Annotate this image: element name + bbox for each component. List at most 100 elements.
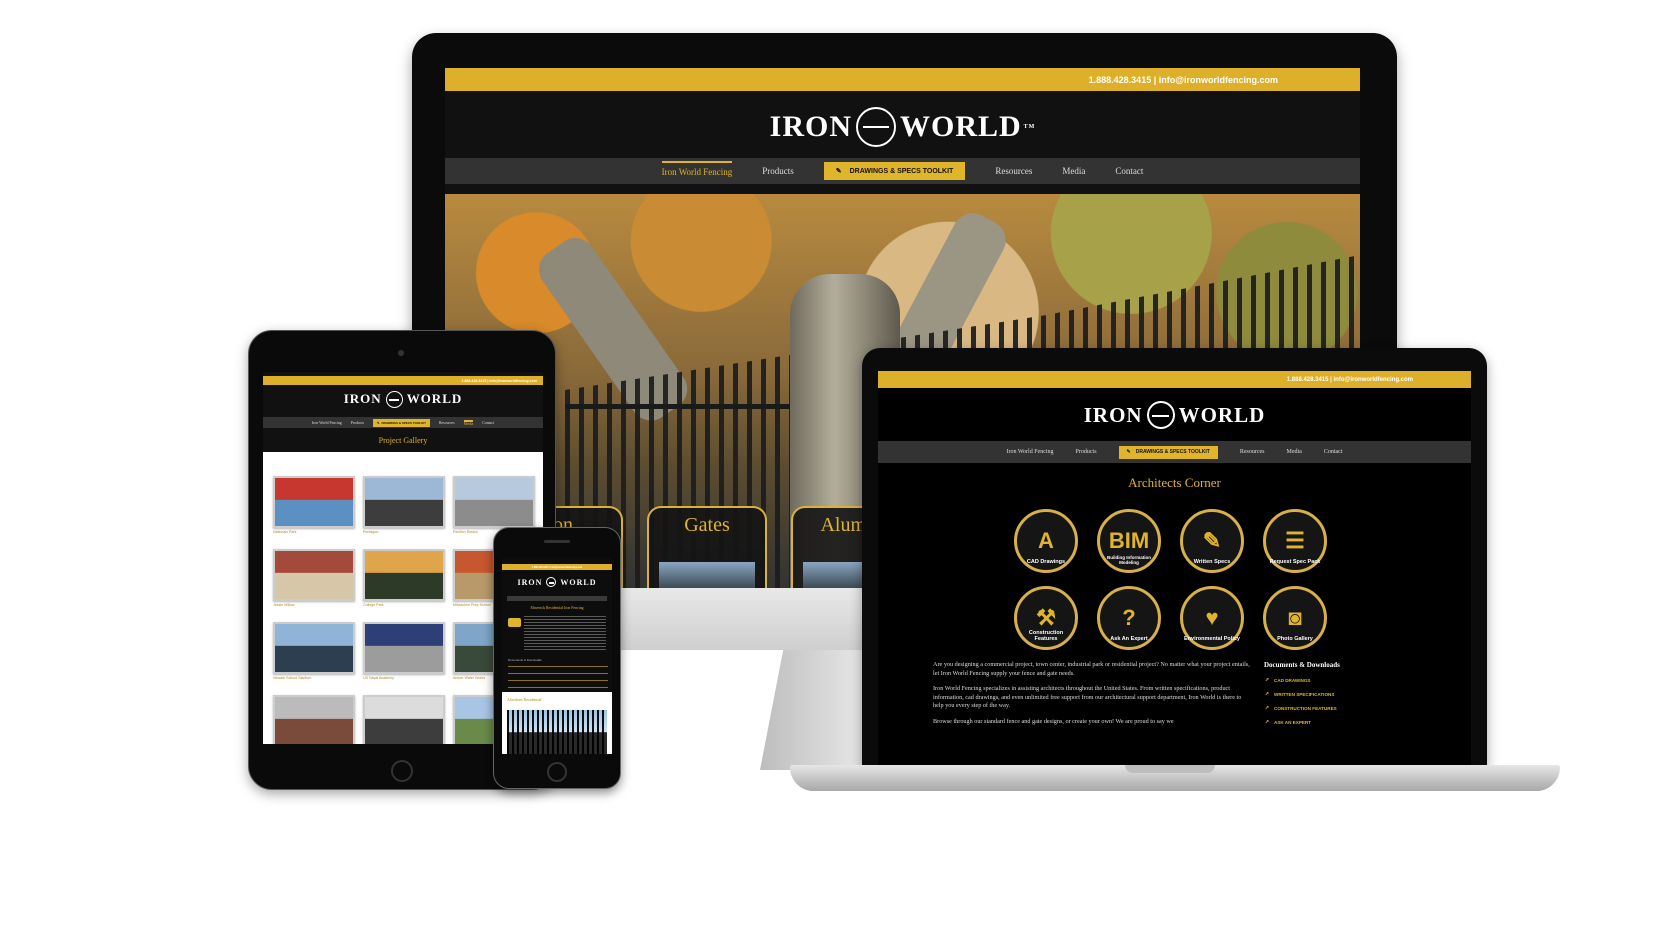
body-text-lines (524, 616, 606, 652)
gallery-item[interactable] (273, 695, 355, 744)
download-links[interactable] (508, 666, 608, 688)
tablet-camera (398, 350, 404, 356)
gallery-item[interactable]: Newark School Stadium (273, 622, 355, 688)
hammer-wrench-icon: ⚒ (1036, 605, 1056, 630)
sidebar-link-cad[interactable]: CAD DRAWINGS (1265, 677, 1404, 683)
nav-item-resources[interactable]: Resources (1240, 449, 1265, 455)
logo-text-world: WORLD (899, 110, 1022, 143)
construction-features-button[interactable]: ⚒ Construction Features (1014, 586, 1078, 650)
contact-line[interactable]: 1.888.428.3415 | info@ironworldfencing.c… (461, 379, 537, 383)
contact-line[interactable]: 1.888.428.3415 | info@ironworldfencing.c… (1287, 377, 1413, 383)
environmental-policy-button[interactable]: ♥ Environmental Policy (1180, 586, 1244, 650)
gallery-image[interactable] (507, 710, 607, 754)
gallery-item[interactable]: Jessie Willow (273, 549, 355, 615)
nav-toolkit-button[interactable]: ✎ DRAWINGS & SPECS TOOLKIT (373, 418, 430, 427)
written-specs-button[interactable]: ✎ Written Specs (1180, 509, 1244, 573)
gallery-item[interactable]: US Naval Academy (363, 622, 445, 688)
nav-item-home[interactable]: Iron World Fencing (1006, 449, 1053, 455)
sidebar-link-construction[interactable]: CONSTRUCTION FEATURES (1265, 705, 1404, 711)
nav-item-products[interactable]: Products (762, 166, 794, 176)
gallery-thumbnail[interactable] (273, 622, 355, 674)
contact-bar: 1.888.428.3415 | info@ironworldfencing.c… (502, 564, 612, 570)
contact-line[interactable]: 1.888.428.3415 | info@ironworldfencing.c… (532, 566, 582, 569)
gallery-thumbnail[interactable] (363, 695, 445, 744)
icon-label: CAD Drawings (1026, 559, 1066, 565)
nav-item-contact[interactable]: Contact (482, 421, 494, 425)
gallery-thumbnail[interactable] (363, 549, 445, 601)
documents-sidebar: Documents & Downloads CAD DRAWINGS WRITT… (1264, 661, 1404, 734)
gallery-section: Aberdeen Residential (502, 692, 612, 754)
nav-item-media[interactable]: Media (1287, 449, 1302, 455)
nav-item-resources[interactable]: Resources (439, 421, 455, 425)
tablet-home-button[interactable] (391, 760, 413, 782)
gallery-item[interactable] (363, 695, 445, 744)
wrench-icon: ✎ (377, 420, 380, 425)
cad-drawings-button[interactable]: A CAD Drawings (1014, 509, 1078, 573)
bim-icon: BIM (1108, 528, 1150, 553)
gallery-thumbnail[interactable] (273, 549, 355, 601)
gallery-thumbnail[interactable] (363, 622, 445, 674)
page-title: Maverick Residential Iron Fencing (530, 606, 584, 610)
bim-button[interactable]: BIM Building Information Modeling (1097, 509, 1161, 573)
globe-icon (546, 577, 557, 587)
site-logo[interactable]: IRON WORLD (502, 575, 612, 589)
wrench-icon: ✎ (1126, 449, 1131, 455)
globe-icon (855, 107, 896, 147)
product-badge-icon (508, 618, 521, 627)
icon-label: Photo Gallery (1277, 636, 1313, 642)
gallery-thumbnail[interactable] (273, 695, 355, 744)
site-logo[interactable]: IRON WORLD (878, 397, 1471, 433)
site-logo[interactable]: IRON WORLD (263, 388, 543, 410)
gallery-item[interactable]: Nationals Park (273, 476, 355, 542)
architect-icon-grid: A CAD Drawings BIM Building Information Mo… (1014, 509, 1344, 650)
gallery-thumbnail[interactable] (273, 476, 355, 528)
nav-item-media[interactable]: Media (1062, 166, 1085, 176)
logo-text-iron: IRON (769, 110, 852, 143)
gallery-item[interactable]: Pentagon (363, 476, 445, 542)
sidebar-link-expert[interactable]: ASK AN EXPERT (1265, 719, 1404, 725)
phone-screen: 1.888.428.3415 | info@ironworldfencing.c… (502, 558, 612, 754)
nav-item-contact[interactable]: Contact (1324, 449, 1343, 455)
gallery-caption: Pentagon (363, 530, 379, 534)
page-title: Project Gallery (378, 436, 428, 445)
request-spec-pack-button[interactable]: ☰ Request Spec Pack (1263, 509, 1327, 573)
mobile-menu-bar[interactable] (507, 596, 607, 601)
phone-speaker (544, 540, 570, 543)
nav-item-contact[interactable]: Contact (1115, 166, 1143, 176)
nav-item-home[interactable]: Iron World Fencing (661, 161, 733, 181)
gallery-item[interactable]: College Park (363, 549, 445, 615)
gallery-caption: Nationals Park (273, 530, 297, 534)
paragraph: Iron World Fencing specializes in assist… (933, 685, 1242, 709)
contact-line[interactable]: 1.888.428.3415 | info@ironworldfencing.c… (1089, 75, 1278, 85)
nav-toolkit-button[interactable]: ✎ DRAWINGS & SPECS TOOLKIT (823, 162, 966, 180)
toolkit-label: DRAWINGS & SPECS TOOLKIT (381, 420, 426, 425)
toolkit-label: DRAWINGS & SPECS TOOLKIT (849, 167, 954, 175)
camera-icon: ◙ (1288, 605, 1302, 630)
ask-an-expert-button[interactable]: ? Ask An Expert (1097, 586, 1161, 650)
contact-bar: 1.888.428.3415 | info@ironworldfencing.c… (263, 376, 543, 385)
phone-home-button[interactable] (547, 762, 567, 782)
icon-label: Environmental Policy (1184, 636, 1240, 642)
nav-toolkit-button[interactable]: ✎ DRAWINGS & SPECS TOOLKIT (1118, 445, 1218, 459)
nav-item-resources[interactable]: Resources (995, 166, 1032, 176)
spec-pack-icon: ☰ (1285, 528, 1305, 553)
gallery-thumbnail[interactable] (453, 476, 535, 528)
photo-gallery-button[interactable]: ◙ Photo Gallery (1263, 586, 1327, 650)
nav-item-products[interactable]: Products (351, 421, 364, 425)
logo-text-world: WORLD (1178, 402, 1266, 427)
page-title: Architects Corner (1128, 475, 1221, 490)
gallery-thumbnail[interactable] (363, 476, 445, 528)
wrench-icon: ✎ (835, 168, 842, 175)
nav-item-products[interactable]: Products (1076, 449, 1097, 455)
nav-item-home[interactable]: Iron World Fencing (312, 421, 342, 425)
sidebar-link-specs[interactable]: WRITTEN SPECIFICATIONS (1265, 691, 1404, 697)
nav-item-media[interactable]: Media (463, 419, 474, 426)
site-logo[interactable]: IRON WORLD TM (445, 102, 1360, 152)
globe-icon (385, 390, 403, 408)
gallery-caption: US Naval Academy (363, 676, 394, 680)
laptop-screen: 1.888.428.3415 | info@ironworldfencing.c… (878, 371, 1471, 766)
laptop-notch (1125, 765, 1215, 773)
logo-text-iron: IRON (1083, 402, 1143, 427)
hero-tab-gates[interactable]: Gates (647, 506, 767, 588)
globe-heart-icon: ♥ (1205, 605, 1219, 630)
